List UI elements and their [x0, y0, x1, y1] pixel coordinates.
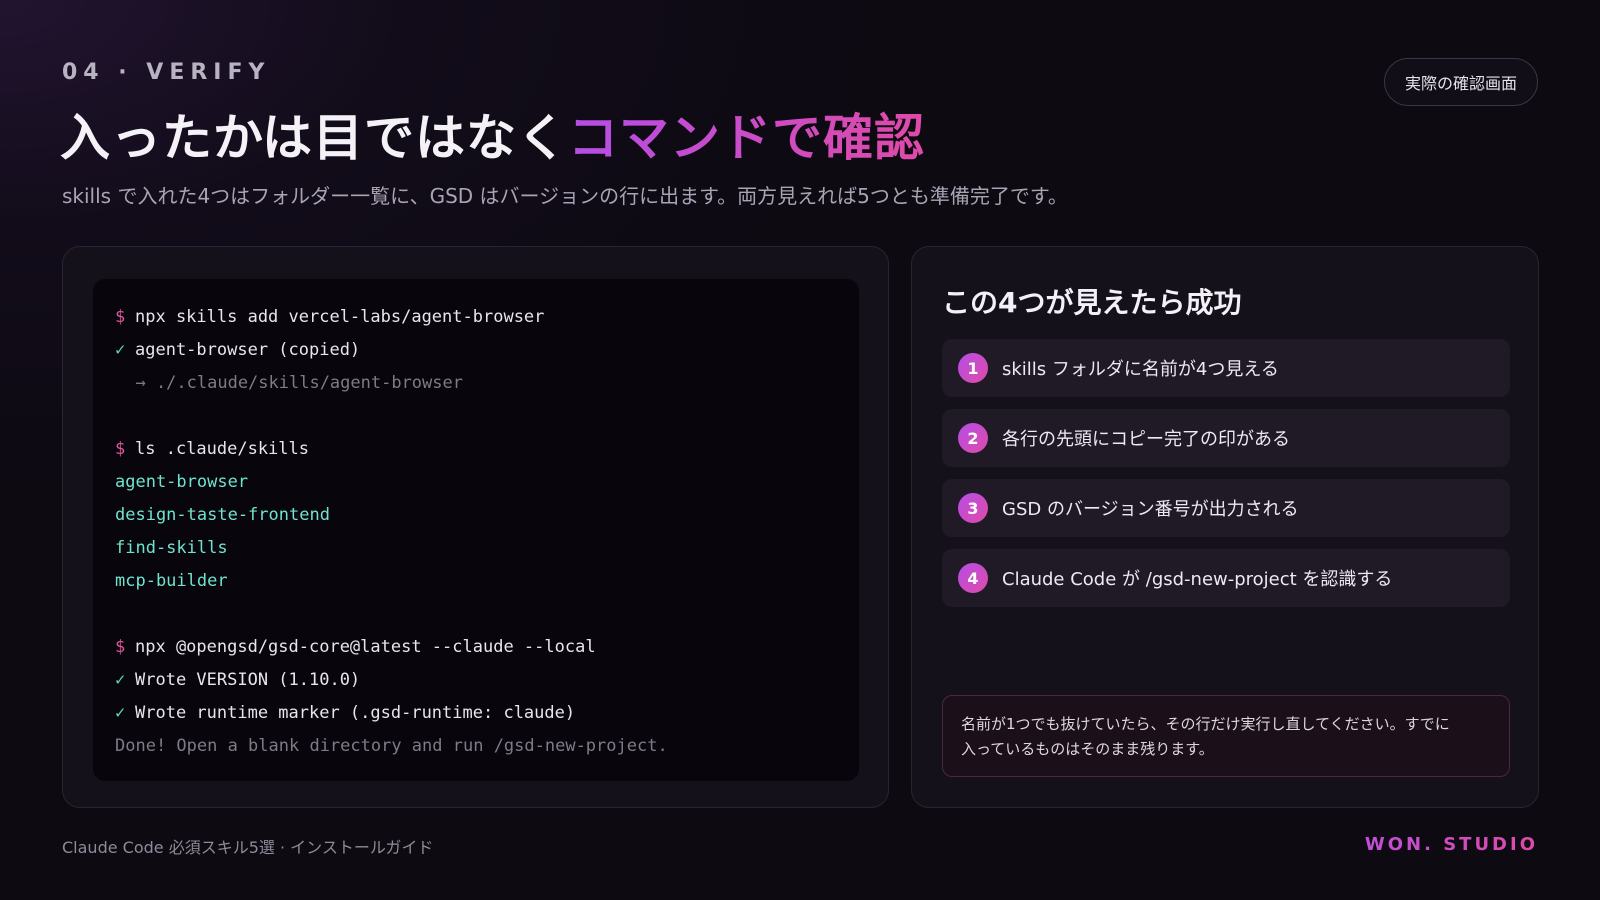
- terminal-line-text: npx @opengsd/gsd-core@latest --claude --…: [135, 637, 596, 657]
- terminal-line: ✓ agent-browser (copied): [115, 334, 837, 367]
- terminal-line-text: → ./.claude/skills/agent-browser: [115, 373, 463, 393]
- prompt-symbol: $: [115, 439, 126, 459]
- terminal-line-text: npx skills add vercel-labs/agent-browser: [135, 307, 545, 327]
- terminal-line: ✓ Wrote VERSION (1.10.0): [115, 664, 837, 697]
- eyebrow-label: 04 · VERIFY: [62, 60, 271, 85]
- terminal-line-text: Wrote runtime marker (.gsd-runtime: clau…: [135, 703, 576, 723]
- terminal-line: $ npx @opengsd/gsd-core@latest --claude -…: [115, 631, 837, 664]
- retry-note-line: 入っているものはそのまま残ります。: [961, 740, 1214, 758]
- checklist-item-text: 各行の先頭にコピー完了の印がある: [1002, 429, 1290, 450]
- check-icon: ✓: [115, 340, 126, 360]
- terminal-window: $ npx skills add vercel-labs/agent-browse…: [93, 279, 859, 781]
- terminal-line: agent-browser: [115, 466, 837, 499]
- checklist-item: 4 Claude Code が /gsd-new-project を認識する: [942, 549, 1510, 607]
- page-subtitle: skills で入れた4つはフォルダー一覧に、GSD はバージョンの行に出ます。…: [62, 184, 1068, 208]
- terminal-line: ✓ Wrote runtime marker (.gsd-runtime: cla…: [115, 697, 837, 730]
- footer-caption: Claude Code 必須スキル5選 · インストールガイド: [62, 838, 434, 857]
- terminal-line: Done! Open a blank directory and run /gs…: [115, 730, 837, 763]
- checklist-item-text: skills フォルダに名前が4つ見える: [1002, 359, 1279, 380]
- prompt-symbol: $: [115, 307, 126, 327]
- terminal-line-text: agent-browser (copied): [135, 340, 361, 360]
- checklist-panel: この4つが見えたら成功 1 skills フォルダに名前が4つ見える 2 各行の…: [911, 246, 1539, 808]
- title-plain: 入ったかは目ではなく: [60, 109, 568, 167]
- terminal-line-text: Done! Open a blank directory and run /gs…: [115, 736, 668, 756]
- check-icon: ✓: [115, 703, 126, 723]
- terminal-line-text: design-taste-frontend: [115, 505, 330, 525]
- terminal-line: $ npx skills add vercel-labs/agent-browse…: [115, 301, 837, 334]
- checklist-item-text: GSD のバージョン番号が出力される: [1002, 499, 1299, 520]
- checklist-item: 1 skills フォルダに名前が4つ見える: [942, 339, 1510, 397]
- retry-note-line: 名前が1つでも抜けていたら、その行だけ実行し直してください。すでに: [961, 715, 1450, 733]
- terminal-line: → ./.claude/skills/agent-browser: [115, 367, 837, 400]
- checklist-item: 2 各行の先頭にコピー完了の印がある: [942, 409, 1510, 467]
- step-number-badge: 2: [958, 423, 988, 453]
- terminal-line-text: mcp-builder: [115, 571, 228, 591]
- screen-badge: 実際の確認画面: [1383, 58, 1538, 106]
- step-number-badge: 1: [958, 353, 988, 383]
- terminal-line-text: ls .claude/skills: [135, 439, 309, 459]
- page-title: 入ったかは目ではなくコマンドで確認: [60, 98, 925, 170]
- terminal-line-text: find-skills: [115, 538, 228, 558]
- terminal-line: $ ls .claude/skills: [115, 433, 837, 466]
- brand-logo: WON. STUDIO: [1364, 834, 1538, 855]
- terminal-line: find-skills: [115, 532, 837, 565]
- terminal-line: mcp-builder: [115, 565, 837, 598]
- checklist-item-text: Claude Code が /gsd-new-project を認識する: [1002, 569, 1393, 590]
- terminal-panel: $ npx skills add vercel-labs/agent-browse…: [62, 246, 889, 808]
- step-number-badge: 3: [958, 493, 988, 523]
- step-number-badge: 4: [958, 563, 988, 593]
- check-icon: ✓: [115, 670, 126, 690]
- retry-note: 名前が1つでも抜けていたら、その行だけ実行し直してください。すでに 入っているも…: [942, 695, 1510, 777]
- checklist-item: 3 GSD のバージョン番号が出力される: [942, 479, 1510, 537]
- terminal-line-text: Wrote VERSION (1.10.0): [135, 670, 361, 690]
- prompt-symbol: $: [115, 637, 126, 657]
- title-accent: コマンドで確認: [568, 109, 925, 167]
- terminal-line-text: agent-browser: [115, 472, 249, 492]
- terminal-line: design-taste-frontend: [115, 499, 837, 532]
- checklist-title: この4つが見えたら成功: [942, 286, 1242, 319]
